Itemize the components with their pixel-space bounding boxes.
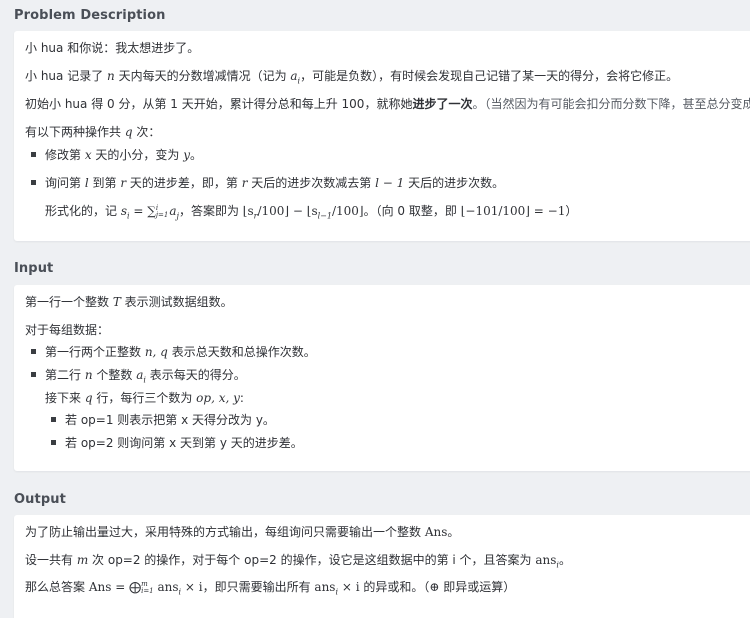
operation-item-query: 询问第 l 到第 r 天的进步差，即，第 r 天后的进步次数减去第 l − 1 … bbox=[31, 175, 504, 191]
bullet-icon bbox=[31, 349, 36, 354]
bullet-icon bbox=[51, 417, 56, 422]
formal-definition-line: 形式化的，记 si = ∑ i j=1 aj，答案即为 ⌊sr/100⌋ − ⌊sl−… bbox=[45, 203, 578, 221]
input-item-first-line: 第一行两个正整数 n, q 表示总天数和总操作次数。 bbox=[31, 344, 316, 360]
problem-line-4: 有以下两种操作共 q 次： bbox=[25, 125, 161, 139]
bullet-icon bbox=[31, 152, 36, 157]
output-line-1: 为了防止输出量过大，采用特殊的方式输出，每组询问只需要输出一个整数 Ans。 bbox=[25, 525, 460, 539]
bullet-icon bbox=[31, 180, 36, 185]
input-line-2: 对于每组数据： bbox=[25, 323, 110, 337]
output-heading: Output bbox=[14, 492, 66, 507]
input-item-second-line: 第二行 n 个整数 ai 表示每天的得分。 bbox=[31, 367, 246, 388]
bullet-icon bbox=[31, 372, 36, 377]
problem-line-2: 小 hua 记录了 n 天内每天的分数增减情况（记为 ai，可能是负数），有时候… bbox=[25, 69, 679, 86]
output-card: 为了防止输出量过大，采用特殊的方式输出，每组询问只需要输出一个整数 Ans。 设… bbox=[14, 515, 750, 618]
input-line-1: 第一行一个整数 T 表示测试数据组数。 bbox=[25, 295, 233, 309]
input-card: 第一行一个整数 T 表示测试数据组数。 对于每组数据： 第一行两个正整数 n, … bbox=[14, 285, 750, 471]
output-line-3: 那么总答案 Ans = ⨁ m i=1 ansi × i，即只需要输出所有 ansi… bbox=[25, 579, 516, 597]
problem-page: Problem Description 小 hua 和你说：我太想进步了。 小 … bbox=[0, 0, 750, 618]
input-line-3: 接下来 q 行，每行三个数为 op, x, y: bbox=[45, 391, 244, 405]
input-heading: Input bbox=[14, 261, 54, 276]
bullet-icon bbox=[51, 440, 56, 445]
problem-line-3: 初始小 hua 得 0 分，从第 1 天开始，累计得分总和每上升 100，就称她… bbox=[25, 97, 750, 111]
operation-item-modify: 修改第 x 天的小分，变为 y。 bbox=[31, 147, 202, 163]
problem-line-1: 小 hua 和你说：我太想进步了。 bbox=[25, 41, 200, 55]
output-line-2: 设一共有 m 次 op=2 的操作，对于每个 op=2 的操作，设它是这组数据中… bbox=[25, 553, 571, 570]
input-subitem-op1: 若 op=1 则表示把第 x 天得分改为 y。 bbox=[51, 412, 275, 428]
input-subitem-op2: 若 op=2 则询问第 x 天到第 y 天的进步差。 bbox=[51, 435, 303, 451]
problem-description-card: 小 hua 和你说：我太想进步了。 小 hua 记录了 n 天内每天的分数增减情… bbox=[14, 31, 750, 241]
problem-description-heading: Problem Description bbox=[14, 8, 166, 23]
